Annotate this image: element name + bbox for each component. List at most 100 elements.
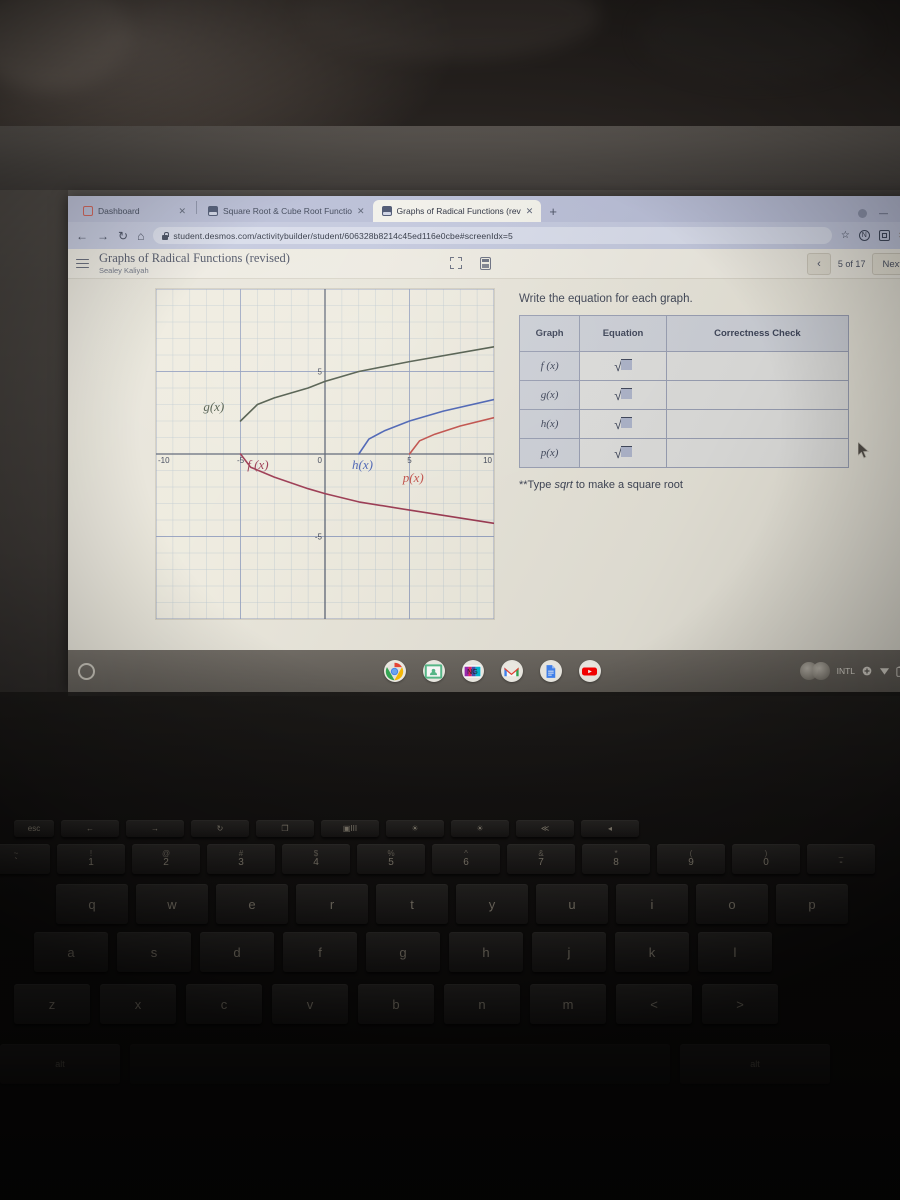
google-classroom-icon[interactable] [422, 660, 445, 682]
browser-tab-dashboard[interactable]: Dashboard ✕ [74, 200, 194, 222]
key-8[interactable]: * 8 [582, 844, 650, 874]
key-x[interactable]: x [100, 984, 176, 1024]
key-u[interactable]: u [536, 884, 608, 924]
key-a[interactable]: a [34, 932, 108, 972]
svg-text:h(x): h(x) [352, 457, 373, 472]
key-5[interactable]: % 5 [357, 844, 425, 874]
key-f[interactable]: f [283, 932, 357, 972]
radicand-slot[interactable] [620, 358, 632, 370]
key-e[interactable]: e [216, 884, 288, 924]
key-n[interactable]: n [444, 984, 520, 1024]
equation-input-f[interactable]: √ [579, 351, 667, 381]
key-0[interactable]: ) 0 [732, 844, 800, 874]
key-l[interactable]: l [698, 932, 772, 972]
key-v[interactable]: v [272, 984, 348, 1024]
n-extension-icon[interactable]: N [858, 230, 870, 241]
prev-screen-button[interactable]: ‹ [806, 253, 831, 275]
key-o[interactable]: o [696, 884, 768, 924]
reader-mode-icon[interactable] [878, 230, 890, 241]
key-7[interactable]: & 7 [507, 844, 575, 874]
key-6[interactable]: ^ 6 [432, 844, 500, 874]
key-alt-left[interactable]: alt [0, 1044, 120, 1084]
minimize-icon[interactable]: — [879, 208, 888, 218]
radical-functions-graph[interactable]: -10 -5 5 10 0 5 -5 g(x) f (x) h(x) p(x) [155, 288, 495, 620]
key-fn-3[interactable]: ↻ [191, 820, 249, 837]
google-docs-icon[interactable] [539, 660, 562, 682]
profile-icon[interactable] [858, 208, 867, 218]
key-fn-8[interactable]: ≪ [516, 820, 574, 837]
radicand-slot[interactable] [620, 387, 632, 399]
calculator-icon[interactable] [479, 257, 491, 270]
key-2[interactable]: @2 [132, 844, 200, 874]
browser-tab-square-root[interactable]: Square Root & Cube Root Functio ✕ [199, 200, 373, 222]
next-screen-button[interactable]: Next [872, 253, 900, 275]
key-p[interactable]: p [776, 884, 848, 924]
key-4[interactable]: $4 [282, 844, 350, 874]
equation-input-p[interactable]: √ [579, 438, 667, 468]
new-tab-button[interactable]: + [541, 204, 565, 222]
key-fn-4[interactable]: ❐ [256, 820, 314, 837]
key-fn-7[interactable]: ☀ [451, 820, 509, 837]
key-fn-5[interactable]: ▣III [321, 820, 379, 837]
key-b[interactable]: b [358, 984, 434, 1024]
close-icon[interactable]: ✕ [357, 206, 365, 217]
screen-pager: ‹ 5 of 17 Next [806, 253, 900, 275]
key-q[interactable]: q [56, 884, 128, 924]
equation-input-h[interactable]: √ [579, 409, 667, 439]
avatar[interactable] [799, 662, 830, 680]
address-bar[interactable]: student.desmos.com/activitybuilder/stude… [153, 227, 832, 244]
bookmark-star-icon[interactable]: ☆ [841, 230, 850, 241]
reload-button[interactable]: ↻ [118, 230, 128, 242]
url-text: student.desmos.com/activitybuilder/stude… [173, 230, 513, 241]
browser-tab-radical-functions[interactable]: Graphs of Radical Functions (rev ✕ [372, 200, 542, 222]
key-w[interactable]: w [136, 884, 208, 924]
key-fn-1[interactable]: ← [61, 820, 119, 837]
key-y[interactable]: y [456, 884, 528, 924]
key-1[interactable]: ! 1 [57, 844, 125, 874]
key-3[interactable]: #3 [207, 844, 275, 874]
key-c[interactable]: c [186, 984, 262, 1024]
radicand-slot[interactable] [620, 416, 632, 428]
key-z[interactable]: z [14, 984, 90, 1024]
back-button[interactable]: ← [76, 230, 88, 242]
key-j[interactable]: j [532, 932, 606, 972]
key->[interactable]: > [702, 984, 778, 1024]
dashboard-icon [83, 206, 93, 216]
close-icon[interactable]: ✕ [526, 206, 534, 217]
key-k[interactable]: k [615, 932, 689, 972]
activity-body: -10 -5 5 10 0 5 -5 g(x) f (x) h(x) p(x) Write the … [68, 279, 900, 690]
row-label-g: g(x) [518, 380, 581, 410]
key-alt-right[interactable]: alt [680, 1044, 830, 1084]
radicand-slot[interactable] [620, 445, 632, 457]
chrome-icon[interactable] [383, 660, 406, 682]
hamburger-menu-icon[interactable] [76, 258, 89, 269]
key-m[interactable]: m [530, 984, 606, 1024]
hint-suffix: to make a square root [572, 479, 683, 491]
key-t[interactable]: t [376, 884, 448, 924]
expand-icon[interactable] [449, 257, 462, 269]
table-row: f (x) √ [518, 351, 850, 381]
key-i[interactable]: i [616, 884, 688, 924]
close-icon[interactable]: ✕ [178, 206, 186, 217]
key-h[interactable]: h [449, 932, 523, 972]
tab-divider [196, 200, 197, 214]
key-d[interactable]: d [200, 932, 274, 972]
key-9[interactable]: (9 [657, 844, 725, 874]
key-fn-6[interactable]: ☀ [386, 820, 444, 837]
key--[interactable]: _ - [807, 844, 875, 874]
youtube-icon[interactable] [578, 660, 601, 682]
key-fn-0[interactable]: esc [14, 820, 54, 837]
key-space[interactable] [130, 1044, 670, 1084]
equation-input-g[interactable]: √ [579, 380, 667, 410]
key-r[interactable]: r [296, 884, 368, 924]
gmail-icon[interactable] [500, 660, 523, 682]
key-fn-2[interactable]: → [126, 820, 184, 837]
nearpod-icon[interactable]: NG [461, 660, 484, 682]
key-<[interactable]: < [616, 984, 692, 1024]
key-fn-9[interactable]: ◂ [581, 820, 639, 837]
key-s[interactable]: s [117, 932, 191, 972]
key-g[interactable]: g [366, 932, 440, 972]
forward-button[interactable]: → [97, 230, 109, 242]
key-`[interactable]: ~ ` [0, 844, 50, 874]
home-button[interactable]: ⌂ [137, 230, 144, 242]
